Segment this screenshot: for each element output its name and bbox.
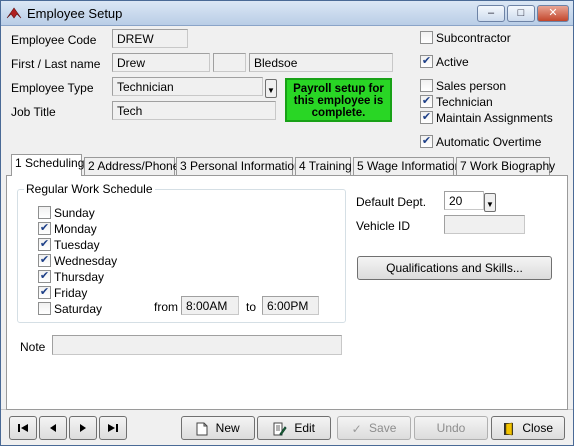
- maintain-assignments-checkbox[interactable]: ✔: [420, 111, 433, 124]
- automatic-overtime-label: Automatic Overtime: [436, 135, 542, 149]
- window-title: Employee Setup: [27, 6, 123, 21]
- default-dept-select[interactable]: 20: [444, 191, 484, 210]
- close-window-button[interactable]: ✕: [537, 5, 569, 22]
- qualifications-skills-button[interactable]: Qualifications and Skills...: [357, 256, 552, 280]
- employee-type-label: Employee Type: [11, 81, 94, 95]
- last-record-icon: [108, 424, 118, 432]
- friday-label: Friday: [54, 286, 88, 300]
- vehicle-id-label: Vehicle ID: [356, 219, 411, 233]
- from-time-field[interactable]: 8:00AM: [181, 296, 239, 315]
- technician-label: Technician: [436, 95, 493, 109]
- minimize-icon: ‒: [487, 7, 495, 19]
- scheduling-panel: Regular Work Schedule Sunday ✔ Monday ✔ …: [6, 175, 568, 410]
- minimize-button[interactable]: ‒: [477, 5, 505, 22]
- checkmark-icon: ✓: [351, 421, 362, 436]
- sales-person-checkbox[interactable]: [420, 79, 433, 92]
- new-button[interactable]: New: [181, 416, 255, 440]
- last-record-button[interactable]: [99, 416, 127, 440]
- save-label: Save: [369, 421, 397, 435]
- close-label: Close: [522, 421, 554, 435]
- automatic-overtime-checkbox[interactable]: ✔: [420, 135, 433, 148]
- monday-label: Monday: [54, 222, 97, 236]
- payroll-status-badge: Payroll setup for this employee is compl…: [285, 78, 392, 122]
- employee-type-dropdown-button[interactable]: ▼: [265, 79, 277, 98]
- tuesday-label: Tuesday: [54, 238, 100, 252]
- default-dept-dropdown-button[interactable]: ▼: [484, 193, 496, 212]
- exit-door-icon: [503, 422, 513, 436]
- to-label: to: [246, 300, 257, 314]
- close-icon: ✕: [548, 7, 558, 19]
- middle-initial-field[interactable]: [213, 53, 246, 72]
- thursday-checkbox[interactable]: ✔: [38, 270, 51, 283]
- job-title-field[interactable]: Tech: [112, 101, 276, 120]
- sunday-checkbox[interactable]: [38, 206, 51, 219]
- job-title-label: Job Title: [11, 105, 56, 119]
- active-label: Active: [436, 55, 469, 69]
- monday-checkbox[interactable]: ✔: [38, 222, 51, 235]
- note-label: Note: [20, 340, 46, 354]
- employee-setup-window: Employee Setup ‒ □ ✕ Employee Code DREW …: [0, 0, 574, 446]
- edit-document-icon: [273, 422, 287, 436]
- from-label: from: [154, 300, 178, 314]
- close-button[interactable]: Close: [491, 416, 565, 440]
- last-name-field[interactable]: Bledsoe: [249, 53, 393, 72]
- new-label: New: [215, 421, 240, 435]
- edit-label: Edit: [294, 421, 316, 435]
- maintain-assignments-label: Maintain Assignments: [436, 111, 553, 125]
- technician-checkbox[interactable]: ✔: [420, 95, 433, 108]
- first-last-name-label: First / Last name: [11, 57, 101, 71]
- tab-wage-information[interactable]: 5 Wage Information: [353, 157, 461, 175]
- tab-work-biography[interactable]: 7 Work Biography: [456, 157, 555, 175]
- app-logo-icon: [6, 7, 22, 19]
- to-time-field[interactable]: 6:00PM: [262, 296, 319, 315]
- undo-button[interactable]: Undo: [414, 416, 488, 440]
- new-document-icon: [196, 422, 208, 436]
- subcontractor-checkbox[interactable]: [420, 31, 433, 44]
- next-record-button[interactable]: [69, 416, 97, 440]
- saturday-checkbox[interactable]: [38, 302, 51, 315]
- tab-address-phone[interactable]: 2 Address/Phone: [84, 157, 179, 175]
- first-record-icon: [18, 424, 28, 432]
- friday-checkbox[interactable]: ✔: [38, 286, 51, 299]
- employee-type-select[interactable]: Technician: [112, 77, 263, 96]
- next-record-icon: [80, 424, 86, 432]
- regular-work-schedule-title: Regular Work Schedule: [24, 182, 155, 196]
- note-field[interactable]: [52, 335, 342, 355]
- title-bar: Employee Setup ‒ □ ✕: [1, 1, 573, 26]
- chevron-down-icon: ▼: [267, 86, 275, 95]
- tab-scheduling[interactable]: 1 Scheduling: [11, 154, 84, 176]
- chevron-down-icon: ▼: [486, 200, 494, 209]
- first-name-field[interactable]: Drew: [112, 53, 210, 72]
- first-record-button[interactable]: [9, 416, 37, 440]
- undo-label: Undo: [436, 421, 466, 435]
- vehicle-id-field[interactable]: [444, 215, 525, 234]
- employee-code-label: Employee Code: [11, 33, 97, 47]
- previous-record-button[interactable]: [39, 416, 67, 440]
- tab-personal-information[interactable]: 3 Personal Information: [176, 157, 301, 175]
- wednesday-checkbox[interactable]: ✔: [38, 254, 51, 267]
- previous-record-icon: [50, 424, 56, 432]
- default-dept-label: Default Dept.: [356, 195, 427, 209]
- maximize-button[interactable]: □: [507, 5, 535, 22]
- active-checkbox[interactable]: ✔: [420, 55, 433, 68]
- maximize-icon: □: [517, 7, 525, 19]
- thursday-label: Thursday: [54, 270, 105, 284]
- edit-button[interactable]: Edit: [257, 416, 331, 440]
- regular-work-schedule-group: Regular Work Schedule Sunday ✔ Monday ✔ …: [17, 182, 346, 323]
- employee-code-field[interactable]: DREW: [112, 29, 188, 48]
- save-button[interactable]: ✓ Save: [337, 416, 411, 440]
- sales-person-label: Sales person: [436, 79, 507, 93]
- tuesday-checkbox[interactable]: ✔: [38, 238, 51, 251]
- subcontractor-label: Subcontractor: [436, 31, 511, 45]
- sunday-label: Sunday: [54, 206, 95, 220]
- wednesday-label: Wednesday: [54, 254, 118, 268]
- saturday-label: Saturday: [54, 302, 103, 316]
- tab-training[interactable]: 4 Training: [295, 157, 352, 175]
